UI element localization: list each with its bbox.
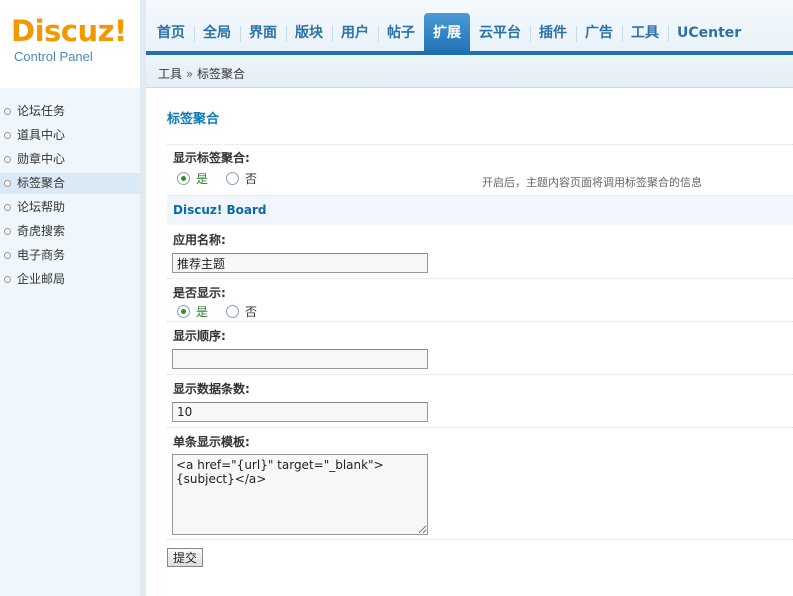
sidebar-item-magic-center[interactable]: 道具中心 (0, 125, 140, 146)
bullet-icon (4, 180, 11, 187)
order-label: 显示顺序: (173, 329, 226, 343)
show-tag-yes-radio[interactable] (177, 171, 190, 185)
sidebar-item-ecommerce[interactable]: 电子商务 (0, 245, 140, 266)
divider (167, 321, 793, 322)
radio-yes-label[interactable]: 是 (196, 170, 208, 187)
show-tag-radio-group: 是 否 (177, 170, 275, 186)
show-tag-no-radio[interactable] (226, 171, 240, 185)
section-title: Discuz! Board (173, 203, 267, 217)
sidebar-item-label: 企业邮局 (17, 272, 66, 286)
sidebar-item-forum-tasks[interactable]: 论坛任务 (0, 101, 140, 122)
sidebar-item-medal-center[interactable]: 勋章中心 (0, 149, 140, 170)
divider (167, 278, 793, 279)
show-tag-tip: 开启后，主题内容页面将调用标签聚合的信息 (482, 176, 702, 189)
nav-tab-ads[interactable]: 广告 (576, 13, 622, 55)
top-nav: 首页 全局 界面 版块 用户 帖子 扩展 云平台 插件 广告 工具 UCente… (148, 13, 750, 55)
submit-button[interactable]: 提交 (167, 548, 203, 567)
nav-tab-forums[interactable]: 版块 (286, 13, 332, 55)
sidebar: 论坛任务 道具中心 勋章中心 标签聚合 论坛帮助 奇虎搜索 电子商务 企业邮局 (0, 88, 140, 596)
logo[interactable]: Discuz! Control Panel (0, 0, 140, 82)
radio-yes-label[interactable]: 是 (196, 303, 208, 320)
nav-tab-style[interactable]: 界面 (240, 13, 286, 55)
sidebar-item-label: 道具中心 (17, 128, 66, 142)
show-no-radio[interactable] (226, 304, 240, 318)
app-name-input[interactable] (172, 253, 428, 273)
radio-no-label[interactable]: 否 (245, 170, 257, 187)
divider (167, 144, 793, 145)
bullet-icon (4, 204, 11, 211)
sidebar-item-label: 论坛帮助 (17, 200, 66, 214)
nav-tab-cloud[interactable]: 云平台 (470, 13, 530, 55)
sidebar-item-forum-help[interactable]: 论坛帮助 (0, 197, 140, 218)
nav-tab-plugins[interactable]: 插件 (530, 13, 576, 55)
bullet-icon (4, 132, 11, 139)
bullet-icon (4, 156, 11, 163)
logo-subtitle: Control Panel (14, 49, 93, 64)
sidebar-item-label: 勋章中心 (17, 152, 66, 166)
nav-tab-users[interactable]: 用户 (332, 13, 378, 55)
nav-tab-extended[interactable]: 扩展 (424, 13, 470, 55)
show-yes-radio[interactable] (177, 304, 190, 318)
app-name-label: 应用名称: (173, 233, 226, 247)
breadcrumb-bar: 工具 » 标签聚合 (146, 55, 793, 88)
show-tag-label: 显示标签聚合: (173, 151, 250, 165)
section-header: Discuz! Board (167, 195, 793, 225)
sidebar-item-label: 标签聚合 (17, 176, 66, 190)
order-input[interactable] (172, 349, 428, 369)
divider (167, 427, 793, 428)
show-radio-group: 是 否 (177, 303, 275, 319)
header: Discuz! Control Panel 首页 全局 界面 版块 用户 帖子 … (0, 0, 793, 82)
divider (167, 374, 793, 375)
breadcrumb-separator: » (185, 67, 194, 81)
show-label: 是否显示: (173, 286, 226, 300)
template-label: 单条显示模板: (173, 435, 250, 449)
breadcrumb: 工具 » 标签聚合 (158, 65, 245, 82)
nav-tab-ucenter[interactable]: UCenter (668, 13, 750, 55)
logo-wordmark: Discuz! (11, 14, 127, 48)
sidebar-item-enterprise-mail[interactable]: 企业邮局 (0, 269, 140, 290)
count-input[interactable] (172, 402, 428, 422)
sidebar-item-qihoo-search[interactable]: 奇虎搜索 (0, 221, 140, 242)
sidebar-item-tag-aggregation[interactable]: 标签聚合 (0, 173, 140, 194)
sidebar-item-label: 奇虎搜索 (17, 224, 66, 238)
sidebar-item-label: 论坛任务 (17, 104, 66, 118)
nav-tab-home[interactable]: 首页 (148, 13, 194, 55)
breadcrumb-current: 标签聚合 (197, 67, 246, 81)
divider (167, 539, 793, 540)
breadcrumb-root[interactable]: 工具 (158, 67, 182, 81)
radio-no-label[interactable]: 否 (245, 303, 257, 320)
sidebar-item-label: 电子商务 (17, 248, 66, 262)
bullet-icon (4, 252, 11, 259)
nav-tab-posts[interactable]: 帖子 (378, 13, 424, 55)
nav-tab-tools[interactable]: 工具 (622, 13, 668, 55)
template-textarea[interactable]: <a href="{url}" target="_blank">{subject… (172, 454, 428, 535)
main-content: 标签聚合 显示标签聚合: 是 否 开启后，主题内容页面将调用标签聚合的信息 Di… (146, 89, 793, 596)
bullet-icon (4, 276, 11, 283)
count-label: 显示数据条数: (173, 382, 250, 396)
bullet-icon (4, 228, 11, 235)
page-title: 标签聚合 (167, 112, 220, 127)
nav-tab-global[interactable]: 全局 (194, 13, 240, 55)
bullet-icon (4, 108, 11, 115)
